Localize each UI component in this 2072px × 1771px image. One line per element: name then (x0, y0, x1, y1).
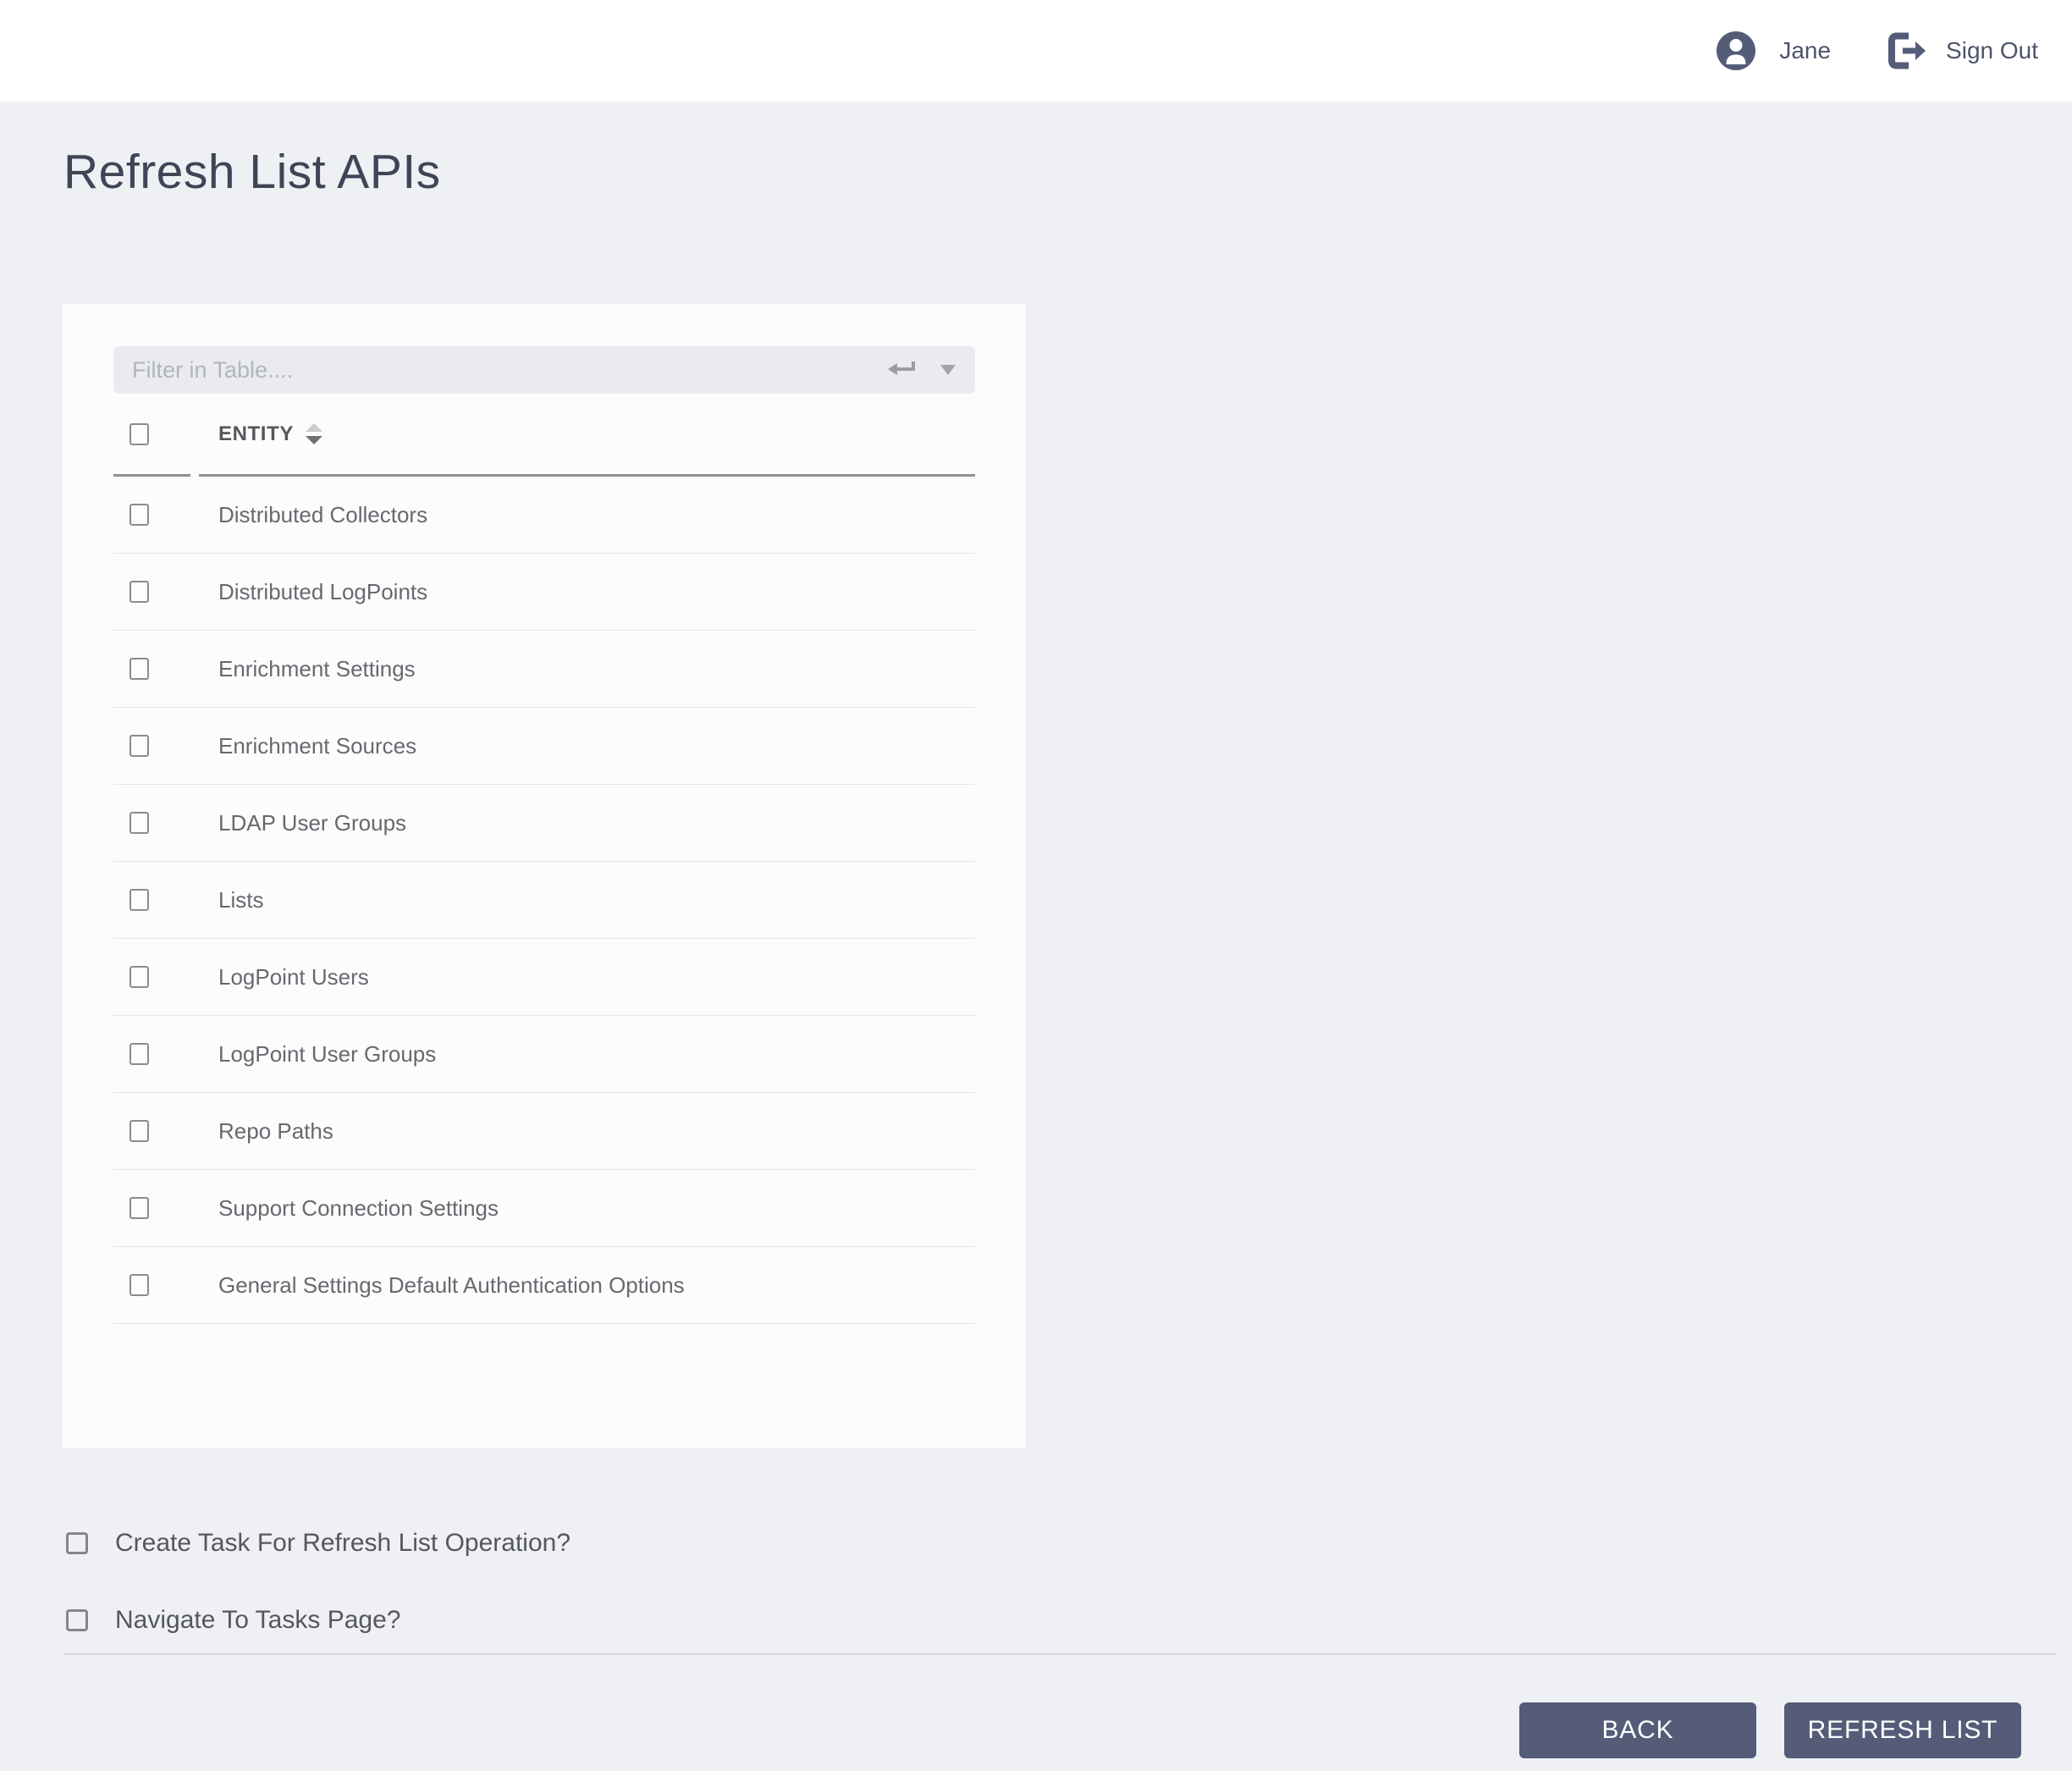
sign-out-icon (1885, 32, 1926, 69)
table-header-gap (190, 394, 199, 477)
row-check-cell (113, 1043, 199, 1065)
row-checkbox[interactable] (130, 504, 149, 526)
entity-list-panel: ENTITY Distributed Collectors Distribute… (63, 304, 1026, 1448)
row-label: Distributed LogPoints (218, 578, 428, 604)
sign-out-button[interactable]: Sign Out (1885, 32, 2038, 69)
back-button[interactable]: BACK (1519, 1702, 1756, 1758)
return-enter-icon[interactable] (885, 357, 918, 383)
row-check-cell (113, 1197, 199, 1219)
table-row: LogPoint Users (113, 939, 975, 1016)
row-label: Distributed Collectors (218, 501, 428, 527)
row-check-cell (113, 966, 199, 988)
navigate-tasks-checkbox[interactable] (66, 1608, 88, 1631)
entity-column-label: ENTITY (218, 422, 294, 445)
option-row: Navigate To Tasks Page? (66, 1605, 2072, 1634)
row-check-cell (113, 889, 199, 911)
table-row: LogPoint User Groups (113, 1016, 975, 1093)
row-label: Repo Paths (218, 1117, 333, 1144)
option-row: Create Task For Refresh List Operation? (66, 1528, 2072, 1557)
row-checkbox[interactable] (130, 966, 149, 988)
table-row: Repo Paths (113, 1093, 975, 1170)
filter-input[interactable] (132, 356, 870, 383)
footer-actions: BACK REFRESH LIST (0, 1702, 2072, 1758)
caret-down-icon[interactable] (940, 364, 956, 376)
row-label: Enrichment Sources (218, 732, 417, 759)
row-check-cell (113, 658, 199, 680)
row-label: General Settings Default Authentication … (218, 1272, 685, 1298)
row-check-cell (113, 812, 199, 834)
table-row: Enrichment Settings (113, 631, 975, 708)
sort-arrows-icon (305, 422, 322, 445)
refresh-list-button[interactable]: REFRESH LIST (1784, 1702, 2021, 1758)
create-task-checkbox[interactable] (66, 1531, 88, 1554)
row-label: LDAP User Groups (218, 809, 407, 836)
row-checkbox[interactable] (130, 735, 149, 757)
row-check-cell (113, 735, 199, 757)
row-checkbox[interactable] (130, 581, 149, 603)
table-header-row: ENTITY (113, 394, 975, 477)
page-title: Refresh List APIs (63, 145, 441, 199)
sign-out-label: Sign Out (1946, 37, 2038, 63)
row-checkbox[interactable] (130, 1274, 149, 1296)
row-check-cell (113, 1120, 199, 1142)
entity-column-sort-header[interactable]: ENTITY (199, 394, 975, 477)
select-all-checkbox[interactable] (130, 422, 149, 445)
table-row: General Settings Default Authentication … (113, 1247, 975, 1324)
row-check-cell (113, 581, 199, 603)
row-check-cell (113, 504, 199, 526)
row-label: Support Connection Settings (218, 1194, 499, 1221)
table-row: Support Connection Settings (113, 1170, 975, 1247)
table-row: Distributed Collectors (113, 477, 975, 554)
top-bar: Jane Sign Out (0, 0, 2072, 102)
row-label: LogPoint Users (218, 963, 369, 990)
row-checkbox[interactable] (130, 1197, 149, 1219)
user-avatar-icon (1717, 31, 1756, 70)
row-label: Enrichment Settings (218, 655, 416, 681)
user-name: Jane (1779, 37, 1832, 63)
row-checkbox[interactable] (130, 889, 149, 911)
row-checkbox[interactable] (130, 812, 149, 834)
table-header-check-cell (113, 394, 190, 477)
row-label: Lists (218, 886, 264, 913)
row-checkbox[interactable] (130, 1120, 149, 1142)
user-menu[interactable]: Jane (1717, 31, 1831, 70)
row-check-cell (113, 1274, 199, 1296)
navigate-tasks-label: Navigate To Tasks Page? (115, 1605, 401, 1634)
table-filter-bar (113, 346, 975, 394)
row-checkbox[interactable] (130, 658, 149, 680)
row-checkbox[interactable] (130, 1043, 149, 1065)
row-label: LogPoint User Groups (218, 1040, 437, 1067)
table-row: LDAP User Groups (113, 785, 975, 862)
table-row: Enrichment Sources (113, 708, 975, 785)
table-row: Lists (113, 862, 975, 939)
refresh-options: Create Task For Refresh List Operation? … (66, 1528, 2072, 1634)
create-task-label: Create Task For Refresh List Operation? (115, 1528, 571, 1557)
table-row: Distributed LogPoints (113, 554, 975, 631)
footer-divider (63, 1653, 2057, 1655)
